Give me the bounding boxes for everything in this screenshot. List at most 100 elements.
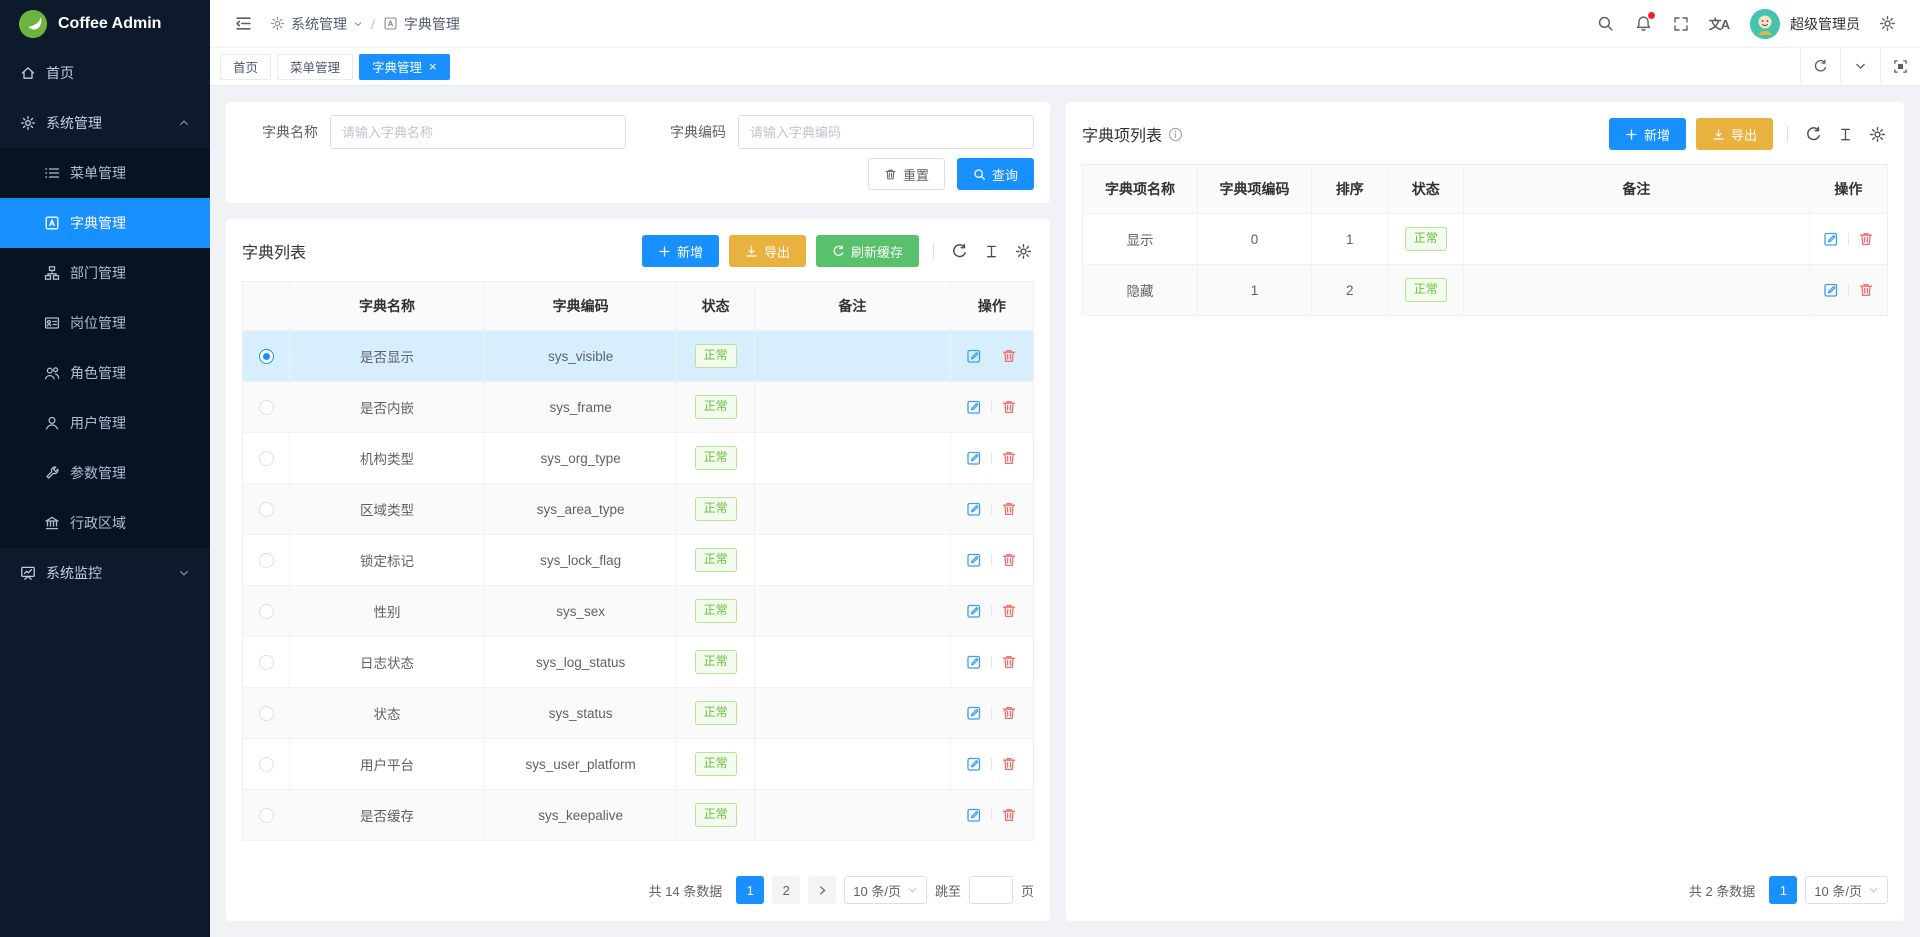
edit-icon[interactable] (966, 807, 982, 823)
column-settings-button[interactable] (1866, 123, 1888, 145)
sidebar-item-dept-mgmt[interactable]: 部门管理 (0, 248, 210, 298)
collapse-sidebar-button[interactable] (226, 7, 260, 41)
sidebar-item-user-mgmt[interactable]: 用户管理 (0, 398, 210, 448)
sidebar-item-home[interactable]: 首页 (0, 48, 210, 98)
tab-options-button[interactable] (1840, 48, 1880, 86)
row-height-button[interactable] (1834, 123, 1856, 145)
row-select-radio[interactable] (259, 808, 274, 823)
dict-table-row[interactable]: 区域类型 sys_area_type 正常 (243, 484, 1033, 535)
dict-item-row[interactable]: 隐藏 1 2 正常 (1083, 265, 1887, 316)
sidebar-item-menu-mgmt[interactable]: 菜单管理 (0, 148, 210, 198)
query-button[interactable]: 查询 (957, 158, 1034, 190)
current-user-name[interactable]: 超级管理员 (1790, 14, 1860, 34)
page-tab[interactable]: 首页 (220, 54, 271, 80)
delete-icon[interactable] (1001, 501, 1017, 517)
delete-icon[interactable] (1001, 654, 1017, 670)
dict-item-row[interactable]: 显示 0 1 正常 (1083, 214, 1887, 265)
dict-table-row[interactable]: 是否显示 sys_visible 正常 (243, 331, 1033, 382)
row-select-radio[interactable] (259, 757, 274, 772)
sidebar-item-role-mgmt[interactable]: 角色管理 (0, 348, 210, 398)
edit-icon[interactable] (966, 501, 982, 517)
settings-button[interactable] (1870, 7, 1904, 41)
sidebar-item-monitor[interactable]: 系统监控 (0, 548, 210, 598)
delete-icon[interactable] (1001, 807, 1017, 823)
refresh-page-button[interactable] (1800, 48, 1840, 86)
dict-table-row[interactable]: 锁定标记 sys_lock_flag 正常 (243, 535, 1033, 586)
refresh-cache-button[interactable]: 刷新缓存 (816, 235, 919, 267)
search-button[interactable] (1588, 7, 1622, 41)
jump-page-input[interactable] (969, 876, 1013, 904)
gear-icon (270, 16, 285, 31)
dict-table-row[interactable]: 机构类型 sys_org_type 正常 (243, 433, 1033, 484)
table-refresh-button[interactable] (1802, 123, 1824, 145)
row-height-button[interactable] (980, 240, 1002, 262)
edit-icon[interactable] (1823, 231, 1839, 247)
dict-name-input[interactable] (330, 115, 626, 149)
language-button[interactable]: 文A (1702, 7, 1736, 41)
next-page-button[interactable] (808, 876, 836, 904)
tab-close-icon[interactable]: × (429, 60, 437, 73)
row-select-radio[interactable] (259, 349, 274, 364)
page-tab[interactable]: 字典管理 × (359, 54, 450, 80)
edit-icon[interactable] (966, 603, 982, 619)
dict-code-input[interactable] (738, 115, 1034, 149)
row-select-radio[interactable] (259, 553, 274, 568)
delete-icon[interactable] (1001, 399, 1017, 415)
notifications-button[interactable] (1626, 7, 1660, 41)
delete-icon[interactable] (1001, 603, 1017, 619)
remark-cell (755, 535, 951, 585)
dict-table-row[interactable]: 状态 sys_status 正常 (243, 688, 1033, 739)
sidebar-item-post-mgmt[interactable]: 岗位管理 (0, 298, 210, 348)
delete-icon[interactable] (1001, 552, 1017, 568)
sidebar-item-dict-mgmt[interactable]: 字典管理 (0, 198, 210, 248)
edit-icon[interactable] (966, 399, 982, 415)
row-select-radio[interactable] (259, 655, 274, 670)
main-area: 系统管理 / 字典管理 (210, 0, 1920, 937)
dict-table-row[interactable]: 日志状态 sys_log_status 正常 (243, 637, 1033, 688)
row-select-radio[interactable] (259, 706, 274, 721)
delete-icon[interactable] (1858, 282, 1874, 298)
delete-icon[interactable] (1858, 231, 1874, 247)
content-maximize-button[interactable] (1880, 48, 1920, 86)
dict-table-row[interactable]: 用户平台 sys_user_platform 正常 (243, 739, 1033, 790)
page-tab[interactable]: 菜单管理 (277, 54, 353, 80)
breadcrumb-item-system[interactable]: 系统管理 (270, 14, 363, 34)
row-select-radio[interactable] (259, 604, 274, 619)
sidebar-item-param-mgmt[interactable]: 参数管理 (0, 448, 210, 498)
page-number-button[interactable]: 1 (736, 876, 764, 904)
page-size-select[interactable]: 10 条/页 (1805, 876, 1888, 904)
edit-icon[interactable] (966, 348, 982, 364)
delete-icon[interactable] (1001, 450, 1017, 466)
delete-icon[interactable] (1001, 756, 1017, 772)
add-dict-item-button[interactable]: 新增 (1609, 118, 1686, 150)
row-select-radio[interactable] (259, 400, 274, 415)
delete-icon[interactable] (1001, 348, 1017, 364)
export-dict-button[interactable]: 导出 (729, 235, 806, 267)
edit-icon[interactable] (1823, 282, 1839, 298)
dict-table-row[interactable]: 是否内嵌 sys_frame 正常 (243, 382, 1033, 433)
delete-icon[interactable] (1001, 705, 1017, 721)
page-size-select[interactable]: 10 条/页 (844, 876, 927, 904)
table-refresh-button[interactable] (948, 240, 970, 262)
row-select-radio[interactable] (259, 502, 274, 517)
edit-icon[interactable] (966, 756, 982, 772)
export-dict-items-button[interactable]: 导出 (1696, 118, 1773, 150)
status-badge: 正常 (695, 701, 737, 725)
brand[interactable]: Coffee Admin (0, 0, 210, 48)
dict-table-row[interactable]: 性别 sys_sex 正常 (243, 586, 1033, 637)
avatar[interactable] (1750, 9, 1780, 39)
fullscreen-button[interactable] (1664, 7, 1698, 41)
dict-table-row[interactable]: 是否缓存 sys_keepalive 正常 (243, 790, 1033, 841)
page-number-button[interactable]: 2 (772, 876, 800, 904)
edit-icon[interactable] (966, 552, 982, 568)
edit-icon[interactable] (966, 450, 982, 466)
page-number-button[interactable]: 1 (1769, 876, 1797, 904)
column-settings-button[interactable] (1012, 240, 1034, 262)
edit-icon[interactable] (966, 705, 982, 721)
row-select-radio[interactable] (259, 451, 274, 466)
edit-icon[interactable] (966, 654, 982, 670)
sidebar-item-admin-area[interactable]: 行政区域 (0, 498, 210, 548)
reset-button[interactable]: 重置 (868, 158, 945, 190)
add-dict-button[interactable]: 新增 (642, 235, 719, 267)
sidebar-item-system[interactable]: 系统管理 (0, 98, 210, 148)
